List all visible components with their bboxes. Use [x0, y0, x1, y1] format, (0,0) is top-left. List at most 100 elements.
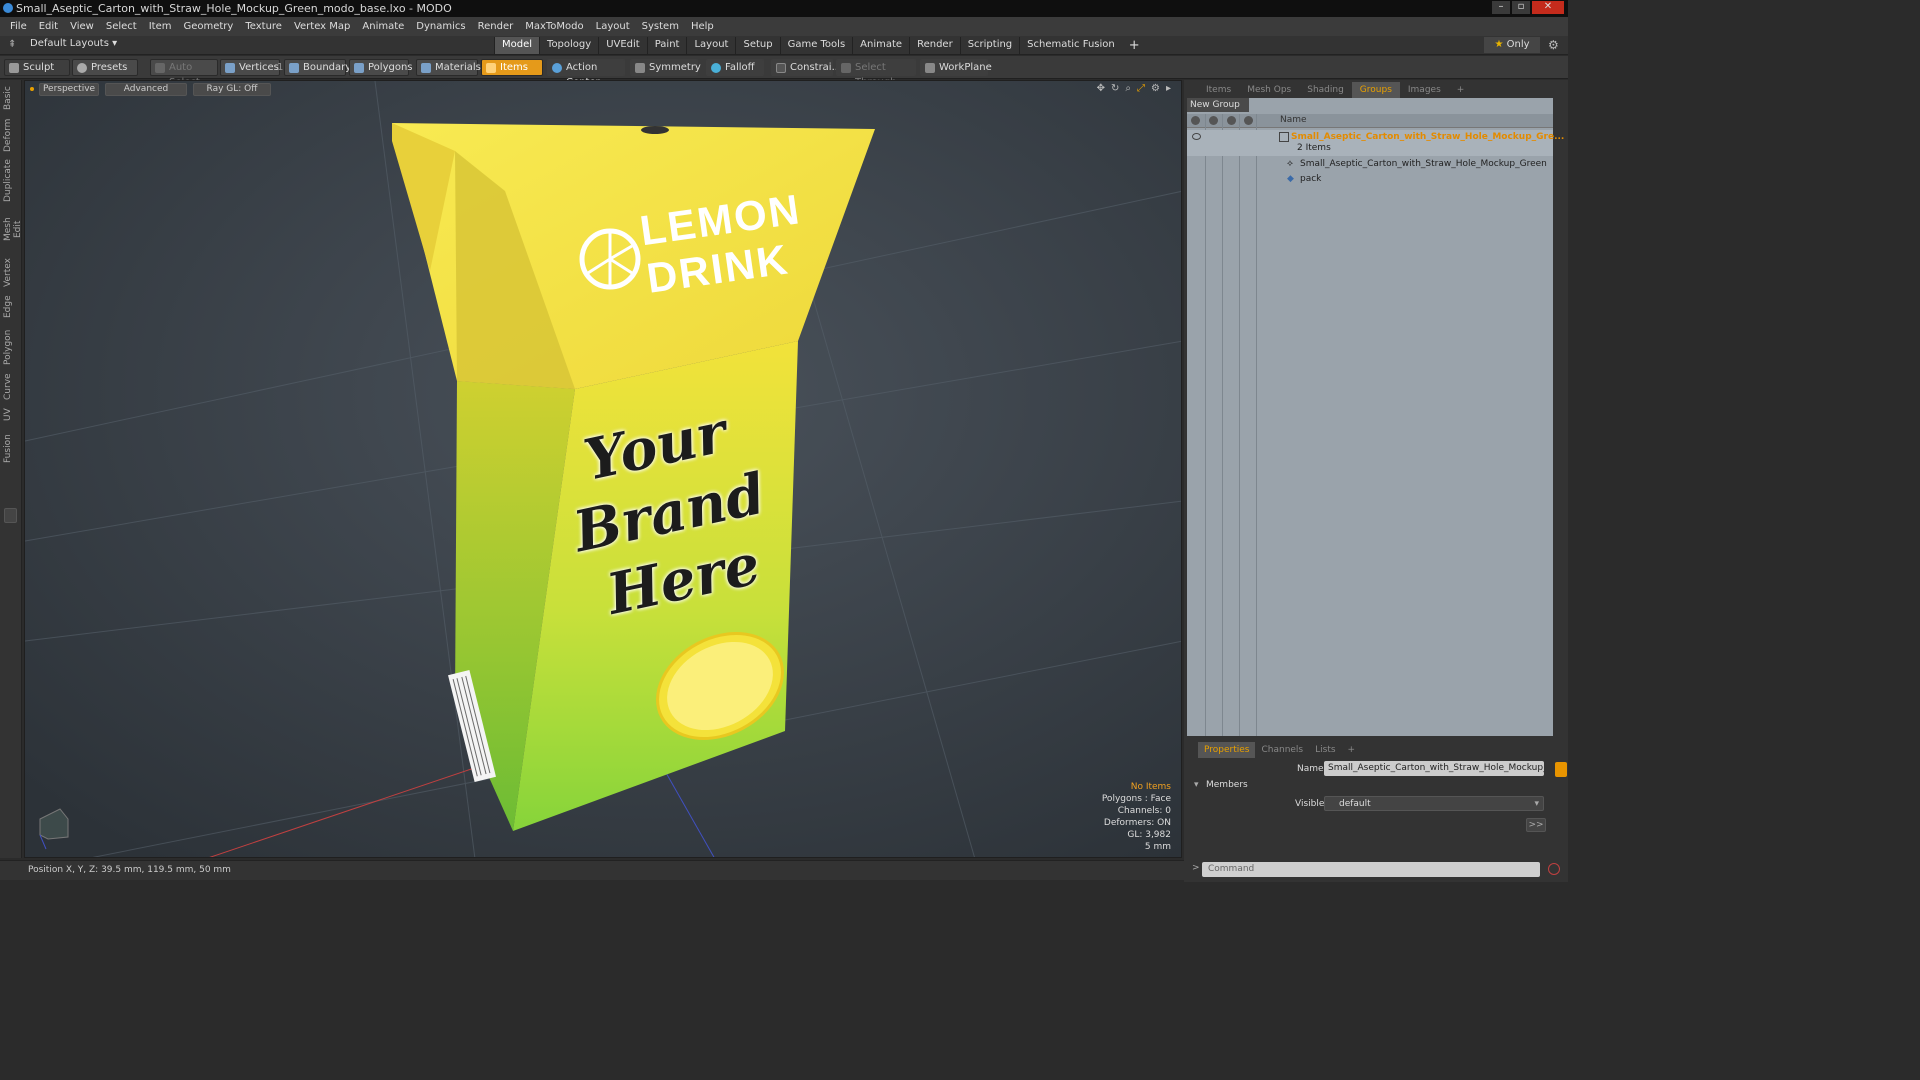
- name-field[interactable]: Small_Aseptic_Carton_with_Straw_Hole_Moc…: [1324, 761, 1544, 776]
- boundary-button[interactable]: Boundary: [284, 59, 351, 76]
- action-center-button[interactable]: Action Center: [547, 59, 625, 88]
- render-header-icon: [1209, 116, 1218, 125]
- symmetry-button[interactable]: Symmetry: [630, 59, 701, 76]
- perspective-button[interactable]: Perspective: [39, 83, 99, 96]
- menu-help[interactable]: Help: [685, 21, 720, 32]
- vtab-curve[interactable]: Curve: [3, 372, 17, 402]
- menu-view[interactable]: View: [64, 21, 100, 32]
- menu-item[interactable]: Item: [143, 21, 178, 32]
- constrain-button[interactable]: Constrai...: [771, 59, 841, 76]
- raygl-button[interactable]: Ray GL: Off: [193, 83, 271, 96]
- tab-animate[interactable]: Animate: [852, 37, 909, 54]
- auto-select-icon: [155, 63, 165, 73]
- tab-topology[interactable]: Topology: [539, 37, 598, 54]
- vtab-fusion[interactable]: Fusion: [3, 432, 17, 466]
- menu-animate[interactable]: Animate: [356, 21, 410, 32]
- tab-lists[interactable]: Lists: [1309, 742, 1341, 758]
- tab-groups[interactable]: Groups: [1351, 82, 1400, 98]
- menu-select[interactable]: Select: [100, 21, 143, 32]
- vtab-duplicate[interactable]: Duplicate: [3, 159, 17, 202]
- tab-shading[interactable]: Shading: [1299, 82, 1352, 98]
- items-button[interactable]: Items: [481, 59, 543, 76]
- vtab-edge[interactable]: Edge: [3, 294, 17, 320]
- minimize-button[interactable]: –: [1492, 1, 1510, 14]
- menu-texture[interactable]: Texture: [239, 21, 288, 32]
- name-column-header[interactable]: Name: [1280, 115, 1307, 125]
- viewport-3d[interactable]: LEMON DRINK Your Brand Here Perspective …: [24, 80, 1182, 858]
- vertices-button[interactable]: Vertices 1: [220, 59, 283, 76]
- new-group-button[interactable]: New Group: [1187, 98, 1249, 112]
- vtab-uv[interactable]: UV: [3, 406, 17, 424]
- advanced-button[interactable]: Advanced: [105, 83, 187, 96]
- tab-model[interactable]: Model: [494, 37, 540, 54]
- list-item[interactable]: ⟡ Small_Aseptic_Carton_with_Straw_Hole_M…: [1187, 157, 1553, 171]
- menu-dynamics[interactable]: Dynamics: [410, 21, 471, 32]
- menu-render[interactable]: Render: [472, 21, 520, 32]
- tab-uvedit[interactable]: UVEdit: [598, 37, 647, 54]
- materials-button[interactable]: Materials: [416, 59, 481, 76]
- presets-button[interactable]: Presets: [72, 59, 138, 76]
- layout-expand-icon[interactable]: ⇞: [8, 39, 16, 50]
- polygons-button[interactable]: Polygons: [349, 59, 413, 76]
- vtab-deform[interactable]: Deform: [3, 118, 17, 152]
- only-button[interactable]: ★ Only: [1484, 37, 1540, 53]
- visible-label: Visible: [1295, 799, 1325, 809]
- default-layouts-dropdown[interactable]: Default Layouts ▾: [30, 38, 117, 49]
- menu-edit[interactable]: Edit: [33, 21, 64, 32]
- eye-icon[interactable]: [1192, 133, 1201, 140]
- members-collapse-icon[interactable]: ▾: [1194, 780, 1199, 790]
- viewport-menu-dot-icon[interactable]: [30, 87, 34, 91]
- close-button[interactable]: ✕: [1532, 1, 1564, 14]
- rotate-icon[interactable]: ↻: [1111, 83, 1119, 94]
- command-record-icon[interactable]: [1548, 863, 1560, 875]
- right-panel: Items Mesh Ops Shading Groups Images + N…: [1184, 80, 1568, 882]
- tab-scripting[interactable]: Scripting: [959, 37, 1019, 54]
- viewport-settings-icon[interactable]: ⚙: [1151, 83, 1160, 94]
- add-panel-tab-icon[interactable]: +: [1449, 82, 1473, 98]
- add-tab-icon[interactable]: +: [1122, 37, 1147, 54]
- vtab-basic[interactable]: Basic: [3, 86, 17, 110]
- tab-channels[interactable]: Channels: [1255, 742, 1309, 758]
- visible-select[interactable]: default ▾: [1324, 796, 1544, 811]
- command-input[interactable]: Command: [1202, 862, 1540, 877]
- more-button[interactable]: >>: [1526, 818, 1546, 832]
- tab-layout[interactable]: Layout: [686, 37, 735, 54]
- gear-icon[interactable]: ⚙: [1548, 38, 1559, 52]
- maximize-button[interactable]: ▫: [1512, 1, 1530, 14]
- menu-geometry[interactable]: Geometry: [177, 21, 239, 32]
- tab-paint[interactable]: Paint: [646, 37, 687, 54]
- viewport-expand-icon[interactable]: ▸: [1166, 83, 1171, 94]
- sculpt-button[interactable]: Sculpt: [4, 59, 70, 76]
- workplane-button[interactable]: WorkPlane: [920, 59, 992, 76]
- select-through-button[interactable]: Select Through: [836, 59, 916, 88]
- zoom-icon[interactable]: ⌕: [1125, 83, 1131, 94]
- list-item[interactable]: ◆ pack: [1187, 172, 1553, 186]
- menu-maxtomodo[interactable]: MaxToModo: [519, 21, 589, 32]
- fit-icon[interactable]: ⤢: [1137, 83, 1145, 94]
- tab-properties[interactable]: Properties: [1198, 742, 1256, 758]
- falloff-button[interactable]: Falloff: [706, 59, 764, 76]
- tab-setup[interactable]: Setup: [735, 37, 779, 54]
- groups-list[interactable]: New Group Name Small_Aseptic_Carton_with…: [1187, 98, 1564, 736]
- vtab-polygon[interactable]: Polygon: [3, 328, 17, 366]
- left-strip-toggle-button[interactable]: [4, 508, 17, 523]
- auto-select-button[interactable]: Auto Select: [150, 59, 218, 88]
- name-options-button[interactable]: [1555, 762, 1567, 777]
- vtab-mesh-edit[interactable]: Mesh Edit: [3, 208, 23, 250]
- menu-layout[interactable]: Layout: [590, 21, 636, 32]
- group-row[interactable]: Small_Aseptic_Carton_with_Straw_Hole_Moc…: [1187, 130, 1564, 156]
- add-props-tab-icon[interactable]: +: [1342, 742, 1362, 758]
- menu-vertex-map[interactable]: Vertex Map: [288, 21, 356, 32]
- tab-schematic-fusion[interactable]: Schematic Fusion: [1019, 37, 1122, 54]
- tab-game-tools[interactable]: Game Tools: [779, 37, 853, 54]
- tab-render[interactable]: Render: [909, 37, 960, 54]
- tab-images[interactable]: Images: [1400, 82, 1449, 98]
- menu-file[interactable]: File: [4, 21, 33, 32]
- workplane-label: WorkPlane: [939, 62, 992, 73]
- menu-system[interactable]: System: [636, 21, 685, 32]
- vtab-vertex[interactable]: Vertex: [3, 258, 17, 288]
- tab-items[interactable]: Items: [1198, 82, 1239, 98]
- pan-icon[interactable]: ✥: [1097, 83, 1105, 94]
- group-item-count: 2 Items: [1297, 143, 1331, 153]
- tab-mesh-ops[interactable]: Mesh Ops: [1239, 82, 1299, 98]
